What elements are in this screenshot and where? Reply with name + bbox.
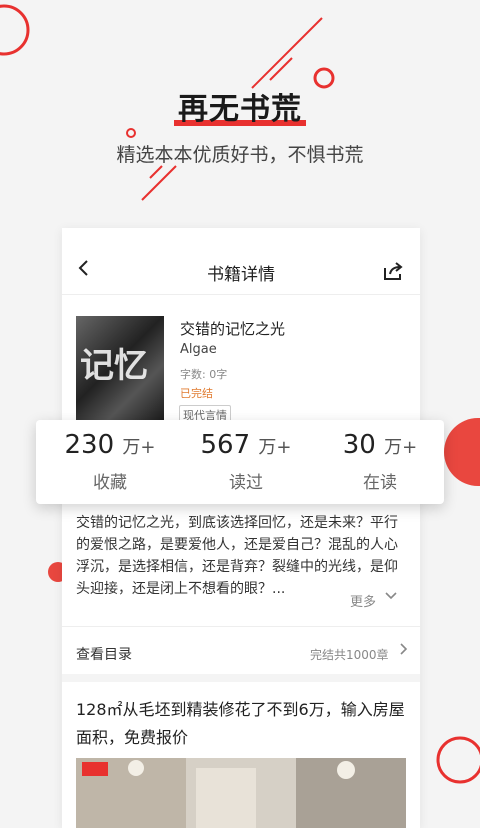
chevron-right-icon[interactable]: [398, 642, 408, 656]
stat-label: 收藏: [93, 473, 127, 493]
chapter-count: 完结共1000章: [310, 648, 389, 662]
dot-ring-decoration: [126, 128, 136, 138]
slash-line-decoration: [141, 165, 177, 201]
promo-subtitle: 精选本本优质好书，不惧书荒: [116, 144, 364, 166]
book-description: 交错的记忆之光，到底该选择回忆，还是未来？平行的爱恨之路，是要爱他人，还是爱自己…: [76, 515, 398, 597]
stat-favorites: 230 万+ 收藏: [50, 430, 170, 493]
stat-number: 30: [342, 430, 376, 460]
ad-text[interactable]: 128㎡从毛坯到精装修花了不到6万，输入房屋面积，免费报价: [76, 696, 406, 752]
toc-link[interactable]: 查看目录: [76, 644, 132, 664]
book-author: Algae: [180, 342, 217, 357]
ad-image[interactable]: [76, 758, 406, 828]
status-badge: 已完结: [180, 387, 213, 400]
divider: [62, 626, 420, 627]
slash-line-decoration: [269, 57, 293, 81]
promo-title: 再无书荒: [174, 84, 306, 128]
cover-art: 记忆: [80, 346, 148, 386]
stat-number: 567: [200, 430, 251, 460]
ad-interior-photo: [76, 758, 406, 828]
book-detail-card: 书籍详情 记忆 交错的记忆之光 Algae 字数: 0字 已完结 现代言情 交错…: [62, 228, 420, 828]
stat-unit: 万+: [258, 437, 292, 458]
nav-bar: 书籍详情: [62, 228, 420, 295]
stat-value: 30 万+: [320, 430, 440, 460]
stat-value: 567 万+: [186, 430, 306, 460]
stat-unit: 万+: [384, 437, 418, 458]
section-gap: [62, 674, 420, 682]
corner-ring-decoration: [436, 736, 480, 784]
book-cover-image[interactable]: 记忆: [76, 316, 164, 422]
stat-reading: 30 万+ 在读: [320, 430, 440, 493]
promo-headline: 再无书荒: [0, 84, 480, 128]
stat-value: 230 万+: [50, 430, 170, 460]
red-ring-decoration: [0, 4, 30, 56]
stat-label: 读过: [229, 473, 263, 493]
word-count: 字数: 0字: [180, 368, 228, 381]
slash-line-decoration: [251, 17, 323, 89]
stat-number: 230: [64, 430, 115, 460]
red-orb-decoration: [444, 418, 480, 486]
more-button[interactable]: 更多: [350, 591, 376, 610]
stat-unit: 万+: [122, 437, 156, 458]
book-title: 交错的记忆之光: [180, 320, 286, 338]
chevron-down-icon[interactable]: [384, 589, 398, 603]
stat-read: 567 万+ 读过: [186, 430, 306, 493]
stat-label: 在读: [363, 473, 397, 493]
share-icon[interactable]: [382, 260, 404, 282]
stats-panel: 230 万+ 收藏 567 万+ 读过 30 万+ 在读: [36, 420, 444, 504]
slash-line-decoration: [149, 165, 163, 179]
page-title: 书籍详情: [207, 265, 275, 285]
